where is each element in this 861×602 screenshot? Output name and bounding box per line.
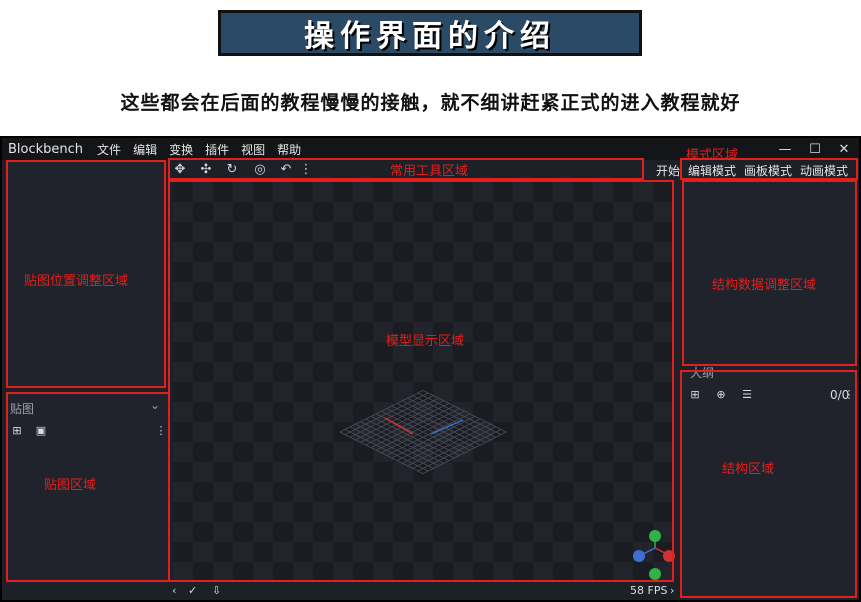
menu-edit[interactable]: 编辑 xyxy=(127,141,163,158)
outliner-area-box xyxy=(680,370,857,598)
screenshot-icon[interactable]: ⇩ xyxy=(212,584,221,597)
viewport-area-box xyxy=(168,180,674,582)
uv-area-label: 贴图位置调整区域 xyxy=(24,274,129,289)
menu-file[interactable]: 文件 xyxy=(91,141,127,158)
app-brand: Blockbench xyxy=(8,141,84,157)
mode-area-label: 模式区域 xyxy=(686,148,739,163)
outliner-area-label: 结构区域 xyxy=(722,462,775,477)
close-button[interactable]: ✕ xyxy=(829,138,859,160)
blockbench-window: Blockbench 文件 编辑 变换 插件 视图 帮助 — ☐ ✕ ✥ ✣ ↻… xyxy=(0,136,861,602)
menu-help[interactable]: 帮助 xyxy=(271,141,307,158)
minimize-button[interactable]: — xyxy=(770,138,800,160)
fps-counter: 58 FPS xyxy=(630,584,668,597)
tools-area-label: 常用工具区域 xyxy=(390,164,469,179)
maximize-button[interactable]: ☐ xyxy=(800,138,830,160)
subtitle-text: 这些都会在后面的教程慢慢的接触，就不细讲赶紧正式的进入教程就好 xyxy=(120,92,741,114)
textures-area-label: 贴图区域 xyxy=(44,478,97,493)
viewport-area-label: 模型显示区域 xyxy=(386,334,465,349)
status-bar: ‹ ✓ ⇩ 58 FPS › xyxy=(168,582,678,600)
chevron-right-icon[interactable]: › xyxy=(670,584,674,597)
element-area-box xyxy=(682,180,857,366)
element-area-label: 结构数据调整区域 xyxy=(712,278,817,293)
menu-transform[interactable]: 变换 xyxy=(163,141,199,158)
chevron-left-icon[interactable]: ‹ xyxy=(172,584,176,597)
checkmark-icon[interactable]: ✓ xyxy=(188,584,197,597)
menu-view[interactable]: 视图 xyxy=(235,141,271,158)
menu-plugins[interactable]: 插件 xyxy=(199,141,235,158)
banner-title: 操作界面的介绍 xyxy=(218,10,642,56)
